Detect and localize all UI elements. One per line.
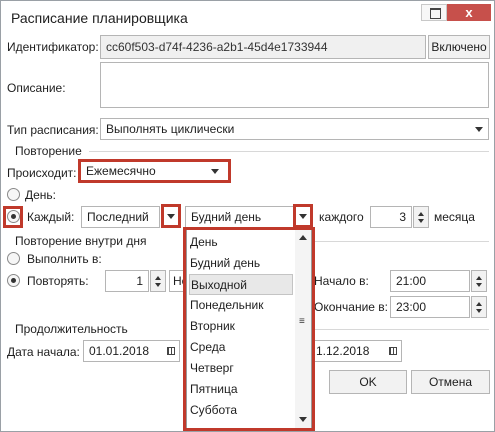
- each-ordinal-value: Последний: [87, 210, 149, 224]
- description-label: Описание:: [7, 81, 66, 95]
- calendar-icon[interactable]: [389, 347, 397, 355]
- end-time-input[interactable]: 23:00: [390, 296, 470, 318]
- each-radio-label: Каждый:: [27, 210, 75, 224]
- highlight-frame: [78, 159, 231, 183]
- close-button[interactable]: x: [447, 4, 491, 21]
- day-radio[interactable]: [7, 188, 20, 201]
- chevron-down-icon: [167, 214, 175, 219]
- window-title: Расписание планировщика: [11, 10, 188, 26]
- each-ordinal-select[interactable]: Последний: [81, 206, 160, 228]
- end-time-label: Окончание в:: [314, 300, 388, 314]
- divider: [313, 329, 489, 330]
- enabled-toggle-button[interactable]: Включено: [428, 35, 490, 59]
- every-label: каждого: [319, 210, 364, 224]
- chevron-down-icon: [299, 214, 307, 219]
- divider: [313, 241, 489, 242]
- identifier-label: Идентификатор:: [7, 40, 99, 54]
- start-time-label: Начало в:: [314, 274, 369, 288]
- end-date-input[interactable]: 1.12.2018: [311, 340, 402, 362]
- daily-section-title: Повторение внутри дня: [15, 234, 147, 248]
- description-field[interactable]: [100, 62, 489, 108]
- maximize-button[interactable]: [421, 4, 447, 21]
- end-date-value: 1.12.2018: [316, 344, 370, 358]
- cancel-button[interactable]: Отмена: [411, 370, 490, 394]
- highlight-frame: [183, 227, 315, 431]
- schedule-type-select[interactable]: Выполнять циклически: [100, 118, 489, 140]
- repeat-every-label: Повторять:: [27, 274, 89, 288]
- identifier-field[interactable]: cc60f503-d74f-4236-a2b1-45d4e1733944: [100, 35, 426, 59]
- start-date-input[interactable]: 01.01.2018: [83, 340, 180, 362]
- scheduler-dialog: Расписание планировщика x Идентификатор:…: [0, 0, 495, 432]
- start-date-value: 01.01.2018: [89, 344, 150, 358]
- repeat-every-radio[interactable]: [7, 274, 20, 287]
- title-bar: Расписание планировщика x: [1, 1, 494, 35]
- occurs-label: Происходит:: [7, 166, 77, 180]
- start-time-input[interactable]: 21:00: [390, 270, 470, 292]
- weekday-value: Будний день: [191, 210, 262, 224]
- start-date-label: Дата начала:: [7, 345, 80, 359]
- every-count-input[interactable]: 3: [370, 206, 412, 228]
- schedule-type-label: Тип расписания:: [7, 123, 99, 137]
- end-time-stepper[interactable]: [471, 296, 487, 318]
- run-at-label: Выполнить в:: [27, 252, 102, 266]
- run-at-radio[interactable]: [7, 252, 20, 265]
- every-count-stepper[interactable]: [413, 206, 429, 228]
- weekday-dropdown-button[interactable]: [296, 206, 310, 226]
- duration-section-title: Продолжительность: [15, 322, 128, 336]
- repeat-section-title: Повторение: [15, 144, 82, 158]
- start-time-stepper[interactable]: [471, 270, 487, 292]
- ordinal-dropdown-button[interactable]: [164, 206, 178, 226]
- month-label: месяца: [434, 210, 475, 224]
- each-radio[interactable]: [7, 210, 20, 223]
- day-radio-label: День:: [25, 188, 57, 202]
- divider: [89, 151, 489, 152]
- repeat-interval-input[interactable]: 1: [105, 270, 149, 292]
- chevron-down-icon: [475, 127, 483, 132]
- schedule-type-value: Выполнять циклически: [106, 122, 235, 136]
- ok-button[interactable]: OK: [329, 370, 407, 394]
- weekday-select[interactable]: Будний день: [185, 206, 295, 228]
- calendar-icon[interactable]: [167, 347, 175, 355]
- repeat-interval-stepper[interactable]: [150, 270, 166, 292]
